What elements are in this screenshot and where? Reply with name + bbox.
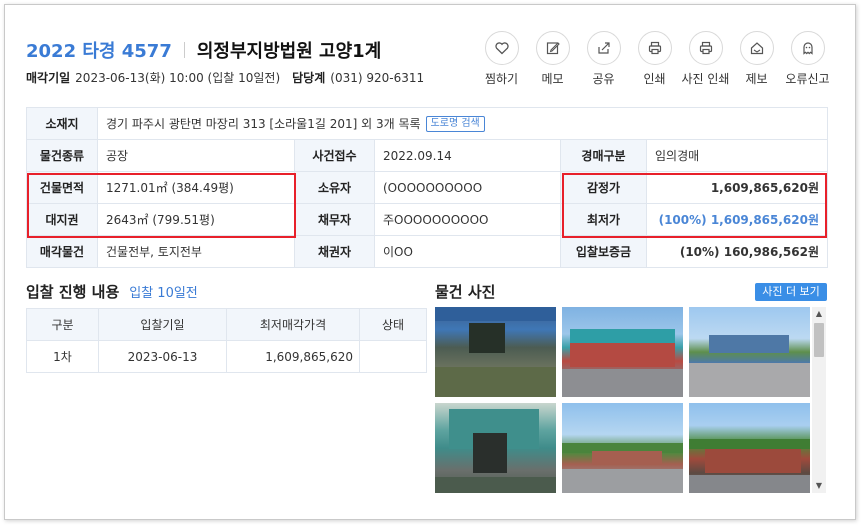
table-row: 대지권 2643㎡ (799.51평) 채무자 주OOOOOOOOOO 최저가 … <box>26 203 829 236</box>
print-label: 인쇄 <box>643 72 666 86</box>
printer-icon <box>688 31 723 65</box>
location-value: 경기 파주시 광탄면 마장리 313 [소라울1길 201] 외 3개 목록 <box>106 116 421 131</box>
print-button[interactable]: 인쇄 <box>629 31 680 87</box>
deposit-value: (10%) 160,986,562원 <box>645 235 829 268</box>
appraisal-value: 1,609,865,620원 <box>645 171 829 204</box>
printer-icon <box>637 31 672 65</box>
dept-label: 담당계 <box>292 71 326 85</box>
scroll-up-icon[interactable]: ▲ <box>812 307 826 321</box>
owner-value: (OOOOOOOOOO <box>374 171 561 204</box>
favorite-label: 찜하기 <box>484 72 519 86</box>
memo-label: 메모 <box>541 72 564 86</box>
ghost-icon <box>790 31 825 65</box>
sale-date-label: 매각기일 <box>26 71 71 85</box>
min-price-value: (100%) 1,609,865,620원 <box>645 203 829 236</box>
debtor-label: 채무자 <box>294 203 375 236</box>
bid-title: 입찰 진행 내용 <box>26 283 120 301</box>
property-photo[interactable] <box>562 403 683 493</box>
scroll-thumb[interactable] <box>814 323 824 357</box>
report-label: 제보 <box>745 72 768 86</box>
photo-gallery <box>435 307 811 493</box>
land-right-value: 2643㎡ (799.51평) <box>97 203 295 236</box>
scroll-down-icon[interactable]: ▼ <box>812 479 826 493</box>
appraisal-label: 감정가 <box>560 171 647 204</box>
memo-button[interactable]: 메모 <box>527 31 578 87</box>
photo-scrollbar[interactable]: ▲ ▼ <box>812 307 826 493</box>
court-name: 의정부지방법원 고양1계 <box>196 41 382 62</box>
favorite-button[interactable]: 찜하기 <box>476 31 527 87</box>
pencil-icon <box>535 31 570 65</box>
sale-info-row: 매각기일 2023-06-13(화) 10:00 (입찰 10일전) 담당계 (… <box>26 69 436 86</box>
share-button[interactable]: 공유 <box>578 31 629 87</box>
property-photo[interactable] <box>562 307 683 397</box>
building-area-value: 1271.01㎡ (384.49평) <box>97 171 295 204</box>
bid-table: 구분 입찰기일 최저매각가격 상태 1차 2023-06-13 1,609,86… <box>26 308 427 373</box>
error-report-button[interactable]: 오류신고 <box>782 31 833 87</box>
share-label: 공유 <box>592 72 615 86</box>
sale-object-value: 건물전부, 토지전부 <box>97 235 295 268</box>
column-header: 상태 <box>359 308 427 341</box>
type-value: 공장 <box>97 139 295 172</box>
date-cell: 2023-06-13 <box>98 340 227 373</box>
column-header: 입찰기일 <box>98 308 227 341</box>
title-divider <box>183 42 185 58</box>
min-price-label: 최저가 <box>560 203 647 236</box>
heart-icon <box>484 31 519 65</box>
home-alert-icon <box>739 31 774 65</box>
owner-label: 소유자 <box>294 171 375 204</box>
sale-object-label: 매각물건 <box>26 235 98 268</box>
road-search-button[interactable]: 도로명 검색 <box>425 116 485 133</box>
type-label: 물건종류 <box>26 139 98 172</box>
building-area-label: 건물면적 <box>26 171 98 204</box>
auction-type-value: 임의경매 <box>645 139 829 172</box>
table-row: 매각물건 건물전부, 토지전부 채권자 이OO 입찰보증금 (10%) 160,… <box>26 235 829 268</box>
location-label: 소재지 <box>26 107 98 140</box>
bid-countdown: 입찰 10일전 <box>129 286 198 301</box>
round-cell: 1차 <box>26 340 99 373</box>
dept-phone: (031) 920-6311 <box>330 71 425 85</box>
status-cell <box>359 340 427 373</box>
auction-type-label: 경매구분 <box>560 139 647 172</box>
case-number[interactable]: 2022 타경 4577 <box>26 37 172 63</box>
table-header-row: 구분 입찰기일 최저매각가격 상태 <box>26 308 427 341</box>
property-photo[interactable] <box>689 403 810 493</box>
table-row: 건물면적 1271.01㎡ (384.49평) 소유자 (OOOOOOOOOO … <box>26 171 829 204</box>
photo-print-button[interactable]: 사진 인쇄 <box>680 31 731 87</box>
column-header: 최저매각가격 <box>226 308 360 341</box>
photo-section-title: 물건 사진 <box>435 283 496 301</box>
property-photo[interactable] <box>435 403 556 493</box>
action-toolbar: 찜하기 메모 공유 인쇄 사진 인쇄 제보 오류신고 <box>476 31 833 87</box>
debtor-value: 주OOOOOOOOOO <box>374 203 561 236</box>
more-photos-button[interactable]: 사진 더 보기 <box>755 283 827 301</box>
deposit-label: 입찰보증금 <box>560 235 647 268</box>
received-value: 2022.09.14 <box>374 139 561 172</box>
received-label: 사건접수 <box>294 139 375 172</box>
creditor-label: 채권자 <box>294 235 375 268</box>
error-report-label: 오류신고 <box>785 72 830 86</box>
table-row: 소재지 경기 파주시 광탄면 마장리 313 [소라울1길 201] 외 3개 … <box>26 107 829 140</box>
photo-print-label: 사진 인쇄 <box>681 72 730 86</box>
property-photo[interactable] <box>435 307 556 397</box>
bid-section-title: 입찰 진행 내용 입찰 10일전 <box>26 281 198 302</box>
property-photo[interactable] <box>689 307 810 397</box>
column-header: 구분 <box>26 308 99 341</box>
land-right-label: 대지권 <box>26 203 98 236</box>
title-row: 2022 타경 4577 의정부지방법원 고양1계 <box>26 37 381 63</box>
report-button[interactable]: 제보 <box>731 31 782 87</box>
property-info-table: 소재지 경기 파주시 광탄면 마장리 313 [소라울1길 201] 외 3개 … <box>26 107 829 268</box>
table-row: 1차 2023-06-13 1,609,865,620 <box>26 340 427 373</box>
creditor-value: 이OO <box>374 235 561 268</box>
table-row: 물건종류 공장 사건접수 2022.09.14 경매구분 임의경매 <box>26 139 829 172</box>
location-cell: 경기 파주시 광탄면 마장리 313 [소라울1길 201] 외 3개 목록 도로… <box>96 107 829 140</box>
share-icon <box>586 31 621 65</box>
price-cell: 1,609,865,620 <box>226 340 360 373</box>
sale-date-value: 2023-06-13(화) 10:00 (입찰 10일전) <box>75 71 281 85</box>
